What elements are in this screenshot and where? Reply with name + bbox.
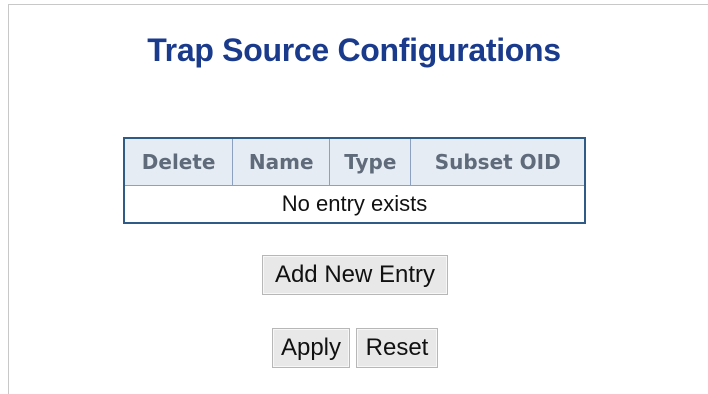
add-new-entry-button[interactable]: Add New Entry	[262, 255, 448, 295]
page-title: Trap Source Configurations	[147, 32, 561, 68]
column-header-delete: Delete	[123, 137, 234, 186]
column-header-name: Name	[232, 137, 331, 186]
table-header-row: Delete Name Type Subset OID	[123, 137, 586, 186]
trap-source-table: Delete Name Type Subset OID No entry exi…	[123, 137, 586, 224]
reset-button[interactable]: Reset	[356, 328, 438, 368]
empty-table-message: No entry exists	[124, 185, 585, 223]
table-row: No entry exists	[124, 185, 585, 223]
column-header-type: Type	[329, 137, 412, 186]
column-header-subset-oid: Subset OID	[410, 137, 586, 186]
apply-button[interactable]: Apply	[272, 328, 350, 368]
